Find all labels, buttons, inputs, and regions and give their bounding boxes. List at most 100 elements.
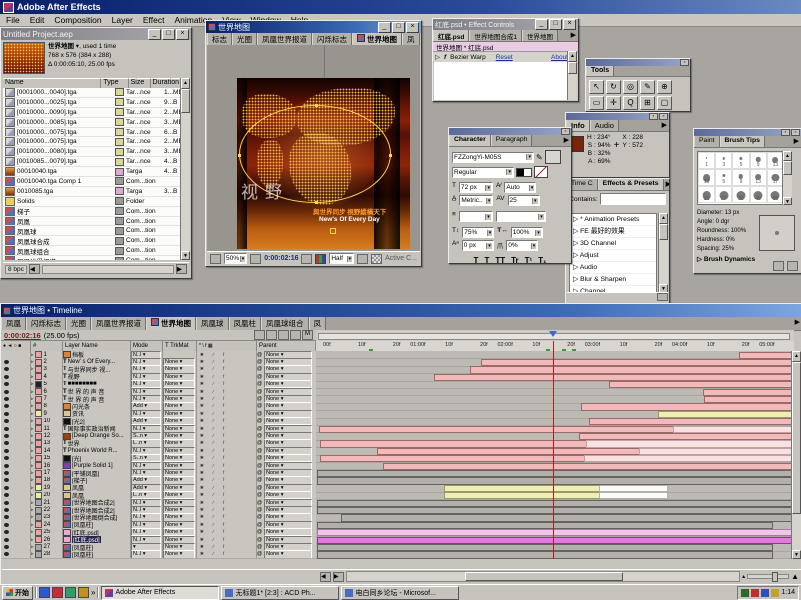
trkmat-select[interactable]: None ▾	[163, 499, 195, 506]
parent-select[interactable]: None ▾	[264, 477, 312, 484]
close-icon[interactable]: ×	[561, 128, 570, 135]
switches-cell[interactable]: ✱ ∕ f	[197, 432, 257, 439]
expander-icon[interactable]: ▹	[31, 418, 34, 424]
pickwhip-icon[interactable]: @	[257, 537, 262, 543]
label-chip[interactable]	[35, 418, 42, 425]
brush-vscrollbar[interactable]: ▲▼	[782, 151, 792, 205]
project-vscrollbar[interactable]: ▲▼	[180, 78, 190, 260]
switches-cell[interactable]: ✱ ∕ f	[197, 358, 257, 365]
tab-overflow-arrow[interactable]: ▶	[569, 30, 578, 41]
trkmat-select[interactable]: None ▾	[163, 543, 195, 550]
font-family-select[interactable]: FZZongYi-M05S▾	[452, 152, 534, 163]
pickwhip-icon[interactable]: @	[257, 381, 262, 387]
label-chip[interactable]	[35, 366, 42, 373]
eye-icon[interactable]	[4, 523, 9, 527]
project-row[interactable]: 00010040.tga Comp 1Com...tionΔ 0:...2:2	[3, 177, 182, 187]
label-chip[interactable]	[35, 396, 42, 403]
layer-name-cell[interactable]: [凤凰柱]	[63, 543, 131, 550]
pickwhip-icon[interactable]: @	[257, 389, 262, 395]
parent-select[interactable]: None ▾	[264, 521, 312, 528]
expander-icon[interactable]: ▹	[31, 529, 34, 535]
layer-name[interactable]: 视野	[68, 373, 80, 380]
layer-name-cell[interactable]: [世界地图合成2]	[63, 499, 131, 506]
effect-controls-vscrollbar[interactable]: ▲	[567, 51, 577, 100]
eye-icon[interactable]	[4, 419, 9, 423]
menu-effect[interactable]: Effect	[143, 15, 165, 25]
timeline-tab-凤凰球[interactable]: 凤凰球	[196, 317, 229, 330]
label-chip[interactable]	[35, 373, 42, 380]
expander-icon[interactable]: ▹	[31, 500, 34, 506]
layer-name[interactable]: [世界地图倒合成]	[72, 514, 117, 521]
project-row[interactable]: [0010000...0080].tgaTar...nce3...MBΔ 0:.…	[3, 147, 182, 157]
input-method-icon[interactable]	[741, 589, 749, 597]
pickwhip-icon[interactable]: @	[257, 366, 262, 372]
layer-name-cell[interactable]: T与世界同步 视...	[63, 366, 131, 373]
parent-select[interactable]: None ▾	[264, 373, 312, 380]
label-chip[interactable]	[35, 351, 42, 358]
parent-select[interactable]: None ▾	[264, 536, 312, 543]
viewer-tab-凤[interactable]: 凤	[402, 33, 420, 45]
mode-select[interactable]: N..l ▾	[131, 447, 161, 454]
pickwhip-icon[interactable]: @	[257, 529, 262, 535]
expand-in-point-icon[interactable]: ◀	[320, 572, 331, 582]
layer-name-cell[interactable]: 凤凰	[63, 492, 131, 499]
trkmat-select[interactable]: None ▾	[163, 455, 195, 462]
start-button[interactable]: 开始	[2, 586, 33, 600]
style-button-T[interactable]: T	[474, 256, 479, 265]
av-switches[interactable]	[1, 492, 31, 499]
tracking-field[interactable]: 25▾	[508, 195, 540, 206]
maximize-button[interactable]: □	[162, 29, 175, 40]
label-chip[interactable]	[35, 388, 42, 395]
eye-icon[interactable]	[4, 434, 9, 438]
pickwhip-icon[interactable]: @	[257, 433, 262, 439]
eye-icon[interactable]	[4, 552, 9, 556]
av-switches[interactable]	[1, 506, 31, 513]
pickwhip-icon[interactable]: @	[257, 500, 262, 506]
eye-icon[interactable]	[4, 538, 9, 542]
expander-icon[interactable]: ▹	[31, 381, 34, 387]
eye-icon[interactable]	[4, 515, 9, 519]
composition-image[interactable]: 视野 與世界同步 視野縱橫天下 New's Of Every Day	[237, 78, 410, 249]
project-row[interactable]: 凤凰球合成Com...tionΔ 0:...3:0	[3, 236, 182, 246]
snapshot-icon[interactable]	[301, 254, 312, 264]
layer-name-cell[interactable]: 资讯	[63, 410, 131, 417]
tsume-field[interactable]: 0%▾	[506, 240, 538, 251]
stroke-style-field[interactable]: ▾	[496, 211, 546, 222]
parent-select[interactable]: None ▾	[264, 455, 312, 462]
av-switches[interactable]	[1, 447, 31, 454]
expander-icon[interactable]: ▹	[31, 352, 34, 358]
project-row[interactable]: [0010000...0075].tgaTar...nce2...MBΔ 0:.…	[3, 137, 182, 147]
mode-select[interactable]: L..n ▾	[131, 440, 161, 447]
tool-mask-rectangle[interactable]: ▢	[657, 96, 672, 110]
effect-name[interactable]: Bezier Warp	[450, 54, 486, 61]
mode-select[interactable]: L..n ▾	[131, 492, 161, 499]
pickwhip-icon[interactable]: @	[257, 463, 262, 469]
mode-select[interactable]: N..l ▾	[131, 514, 161, 521]
frame-blend-icon[interactable]	[290, 330, 301, 340]
mode-select[interactable]: N..l ▾	[131, 358, 161, 365]
av-switches[interactable]	[1, 462, 31, 469]
trkmat-select[interactable]: None ▾	[163, 469, 195, 476]
layer-name-cell[interactable]: 凤凰	[63, 484, 131, 491]
switches-cell[interactable]: ✱ ∕ f	[197, 536, 257, 543]
expander-icon[interactable]: ▷	[435, 53, 440, 61]
switches-cell[interactable]: ✱ ∕ f	[197, 477, 257, 484]
brush-tip[interactable]: 13	[750, 169, 767, 186]
comp-family-icon[interactable]	[254, 330, 265, 340]
effects-category[interactable]: ▷ Adjust	[570, 250, 656, 262]
switches-cell[interactable]: ✱ ∕ f	[197, 440, 257, 447]
effects-category[interactable]: ▷ Audio	[570, 262, 656, 274]
layer-name[interactable]: [Deep Orange So...	[72, 433, 124, 439]
project-titlebar[interactable]: Untitled Project.aep _□×	[1, 28, 191, 40]
close-icon[interactable]: ×	[791, 129, 800, 136]
pickwhip-icon[interactable]: @	[257, 551, 262, 557]
trkmat-select[interactable]: None ▾	[163, 373, 195, 380]
view-select[interactable]: Active C...	[385, 255, 417, 262]
pickwhip-icon[interactable]: @	[257, 403, 262, 409]
trkmat-select[interactable]: None ▾	[163, 477, 195, 484]
pickwhip-icon[interactable]: @	[257, 440, 262, 446]
trkmat-select[interactable]: None ▾	[163, 462, 195, 469]
timeline-tab-世界地图[interactable]: 世界地图	[146, 317, 196, 330]
av-switches[interactable]	[1, 395, 31, 402]
brush-tab-Paint[interactable]: Paint	[694, 136, 720, 147]
